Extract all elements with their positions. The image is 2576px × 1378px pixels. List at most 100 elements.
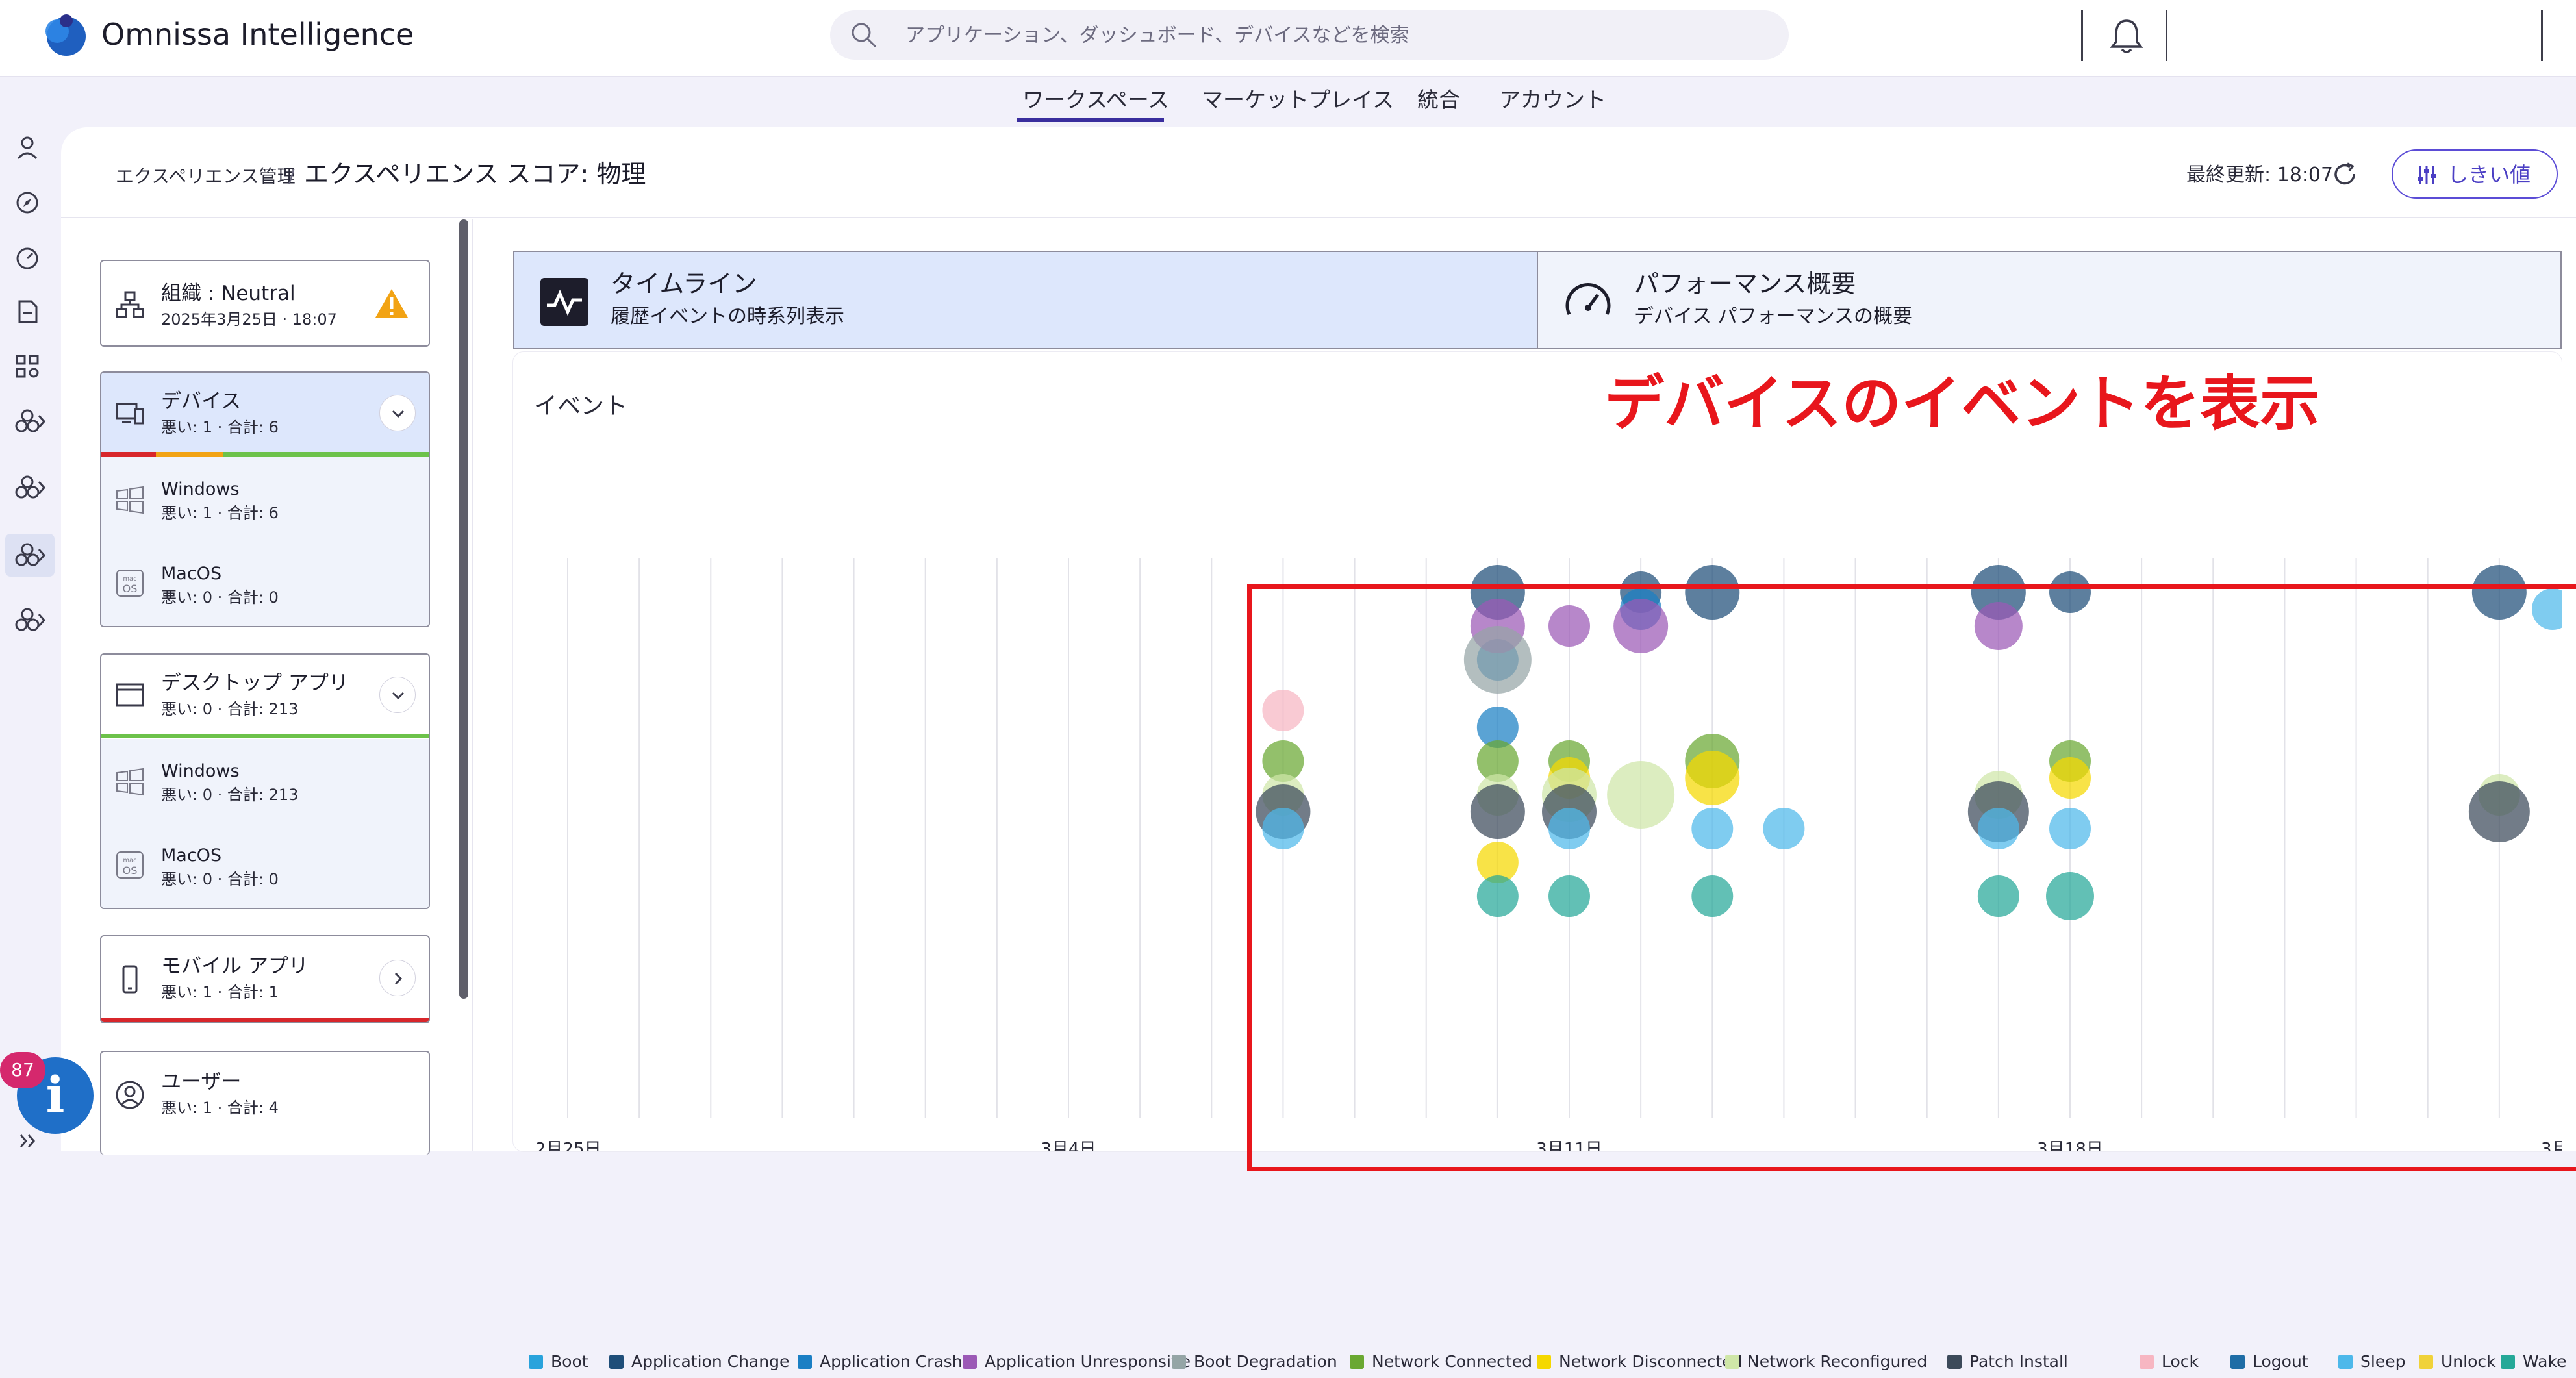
score-bar-bad xyxy=(101,1018,429,1022)
tab-timeline[interactable]: タイムライン 履歴イベントの時系列表示 xyxy=(513,251,1539,349)
legend-label: Boot Degradation xyxy=(1194,1352,1337,1371)
omnissa-logo-icon[interactable] xyxy=(40,12,87,58)
devices-card-header[interactable]: デバイス 悪い: 1 · 合計: 6 xyxy=(101,373,429,457)
legend-swatch xyxy=(2140,1355,2154,1369)
search-bar[interactable]: アプリケーション、ダッシュボード、デバイスなどを検索 xyxy=(830,10,1789,60)
tab-performance-overview[interactable]: パフォーマンス概要 デバイス パフォーマンスの概要 xyxy=(1537,251,2562,349)
desktop-apps-macos-summary: 悪い: 0 · 合計: 0 xyxy=(161,870,279,888)
expand-rail-icon[interactable] xyxy=(17,1133,43,1149)
devices-macos-title: MacOS xyxy=(161,564,222,584)
score-bar-good xyxy=(101,734,429,738)
svg-text:OS: OS xyxy=(123,583,138,595)
score-bar-good xyxy=(223,452,429,457)
legend-label: Application Change xyxy=(631,1352,790,1371)
svg-text:mac: mac xyxy=(123,857,136,864)
document-icon[interactable] xyxy=(12,296,43,327)
chart-legend: Boot Application Change Application Crash A… xyxy=(529,1349,2566,1378)
legend-label: Lock xyxy=(2162,1352,2199,1371)
tab-timeline-subtitle: 履歴イベントの時系列表示 xyxy=(611,305,844,328)
desktop-apps-macos-row[interactable]: mac OS MacOS 悪い: 0 · 合計: 0 xyxy=(101,823,429,908)
chevron-right-icon[interactable] xyxy=(35,412,48,431)
mobile-apps-card[interactable]: モバイル アプリ 悪い: 1 · 合計: 1 xyxy=(100,935,430,1023)
tab-account[interactable]: アカウント xyxy=(1499,86,1606,114)
users-card[interactable]: ユーザー 悪い: 1 · 合計: 4 xyxy=(100,1051,430,1155)
legend-swatch xyxy=(2501,1355,2515,1369)
legend-label: Network Disconnected xyxy=(1559,1352,1743,1371)
search-input[interactable]: アプリケーション、ダッシュボード、デバイスなどを検索 xyxy=(905,23,1409,48)
legend-swatch xyxy=(1537,1355,1551,1369)
mobile-apps-title: モバイル アプリ xyxy=(161,955,309,978)
desktop-apps-card-header[interactable]: デスクトップ アプリ 悪い: 0 · 合計: 213 xyxy=(101,655,429,739)
bell-icon[interactable] xyxy=(2108,17,2145,56)
score-bar-bad xyxy=(101,452,156,457)
legend-label: Network Connected xyxy=(1372,1352,1532,1371)
devices-title: デバイス xyxy=(161,390,242,413)
score-bar-neutral xyxy=(156,452,223,457)
desktop-apps-summary: 悪い: 0 · 合計: 213 xyxy=(161,700,299,718)
legend-swatch xyxy=(2419,1355,2433,1369)
sidebar-scrollbar[interactable] xyxy=(459,219,468,999)
legend-swatch xyxy=(529,1355,543,1369)
gauge-icon[interactable] xyxy=(12,242,43,273)
org-card[interactable]: 組織 : Neutral 2025年3月25日 · 18:07 xyxy=(100,260,430,347)
divider xyxy=(2166,10,2167,61)
collapse-desktop-apps-button[interactable] xyxy=(379,677,416,713)
macos-icon: macOS xyxy=(116,570,144,597)
apps-icon[interactable] xyxy=(12,351,43,382)
user-icon[interactable] xyxy=(12,132,43,164)
page-title: エクスペリエンス スコア: 物理 xyxy=(304,160,646,188)
user-icon xyxy=(116,1081,144,1109)
annotation-highlight-box xyxy=(1247,584,2576,1171)
desktop-apps-macos-title: MacOS xyxy=(161,846,222,866)
org-title: 組織 : Neutral xyxy=(161,282,296,305)
desktop-apps-card[interactable]: デスクトップ アプリ 悪い: 0 · 合計: 213 Windows 悪い: 0… xyxy=(100,653,430,909)
devices-icon xyxy=(116,403,144,425)
tab-workspace[interactable]: ワークスペース xyxy=(1022,86,1169,114)
search-icon xyxy=(852,23,877,48)
legend-label: Network Reconfigured xyxy=(1747,1352,1928,1371)
users-summary: 悪い: 1 · 合計: 4 xyxy=(161,1099,279,1117)
notification-badge: 87 xyxy=(0,1052,45,1088)
collapse-devices-button[interactable] xyxy=(379,395,416,431)
refresh-icon[interactable] xyxy=(2330,160,2360,190)
legend-swatch xyxy=(609,1355,624,1369)
devices-macos-summary: 悪い: 0 · 合計: 0 xyxy=(161,588,279,607)
last-updated-label: 最終更新: 18:07 xyxy=(2186,164,2334,186)
legend-swatch xyxy=(2338,1355,2353,1369)
svg-text:OS: OS xyxy=(123,864,138,877)
x-tick-label: 2月25日 xyxy=(535,1140,601,1151)
svg-text:mac: mac xyxy=(123,575,136,583)
tab-marketplace[interactable]: マーケットプレイス xyxy=(1202,86,1394,114)
breadcrumb-parent[interactable]: エクスペリエンス管理 xyxy=(116,164,296,190)
chevron-right-icon xyxy=(394,972,403,985)
sidebar-divider xyxy=(472,219,473,1151)
tab-timeline-title: タイムライン xyxy=(611,269,757,298)
timeline-icon xyxy=(540,278,588,326)
legend-swatch xyxy=(1725,1355,1739,1369)
devices-windows-row[interactable]: Windows 悪い: 1 · 合計: 6 xyxy=(101,457,429,542)
devices-macos-row[interactable]: mac OS MacOS 悪い: 0 · 合計: 0 xyxy=(101,542,429,626)
chevron-right-icon[interactable] xyxy=(35,478,48,497)
devices-card[interactable]: デバイス 悪い: 1 · 合計: 6 Windows 悪い: 1 · 合計: 6… xyxy=(100,371,430,627)
windows-icon xyxy=(116,768,144,796)
chevron-right-icon[interactable] xyxy=(35,610,48,630)
legend-label: Sleep xyxy=(2360,1352,2406,1371)
left-rail xyxy=(0,127,58,1151)
warning-icon xyxy=(375,289,408,318)
tab-integrations[interactable]: 統合 xyxy=(1417,86,1460,114)
notification-count: 87 xyxy=(11,1059,34,1081)
legend-label: Wake xyxy=(2523,1352,2567,1371)
chevron-right-icon[interactable] xyxy=(35,545,48,565)
active-tab-indicator xyxy=(1017,118,1164,122)
legend-swatch xyxy=(2230,1355,2245,1369)
x-tick-label: 3月4日 xyxy=(1041,1140,1096,1151)
org-chart-icon xyxy=(116,291,144,318)
compass-icon[interactable] xyxy=(12,187,43,218)
desktop-apps-windows-row[interactable]: Windows 悪い: 0 · 合計: 213 xyxy=(101,739,429,823)
main-nav: ワークスペース マーケットプレイス 統合 アカウント xyxy=(0,77,2576,127)
desktop-apps-title: デスクトップ アプリ xyxy=(161,671,349,695)
top-bar: Omnissa Intelligence アプリケーション、ダッシュボード、デバ… xyxy=(0,0,2576,77)
expand-mobile-apps-button[interactable] xyxy=(379,960,416,996)
header-divider xyxy=(61,217,2576,218)
threshold-button[interactable]: しきい値 xyxy=(2392,149,2558,199)
